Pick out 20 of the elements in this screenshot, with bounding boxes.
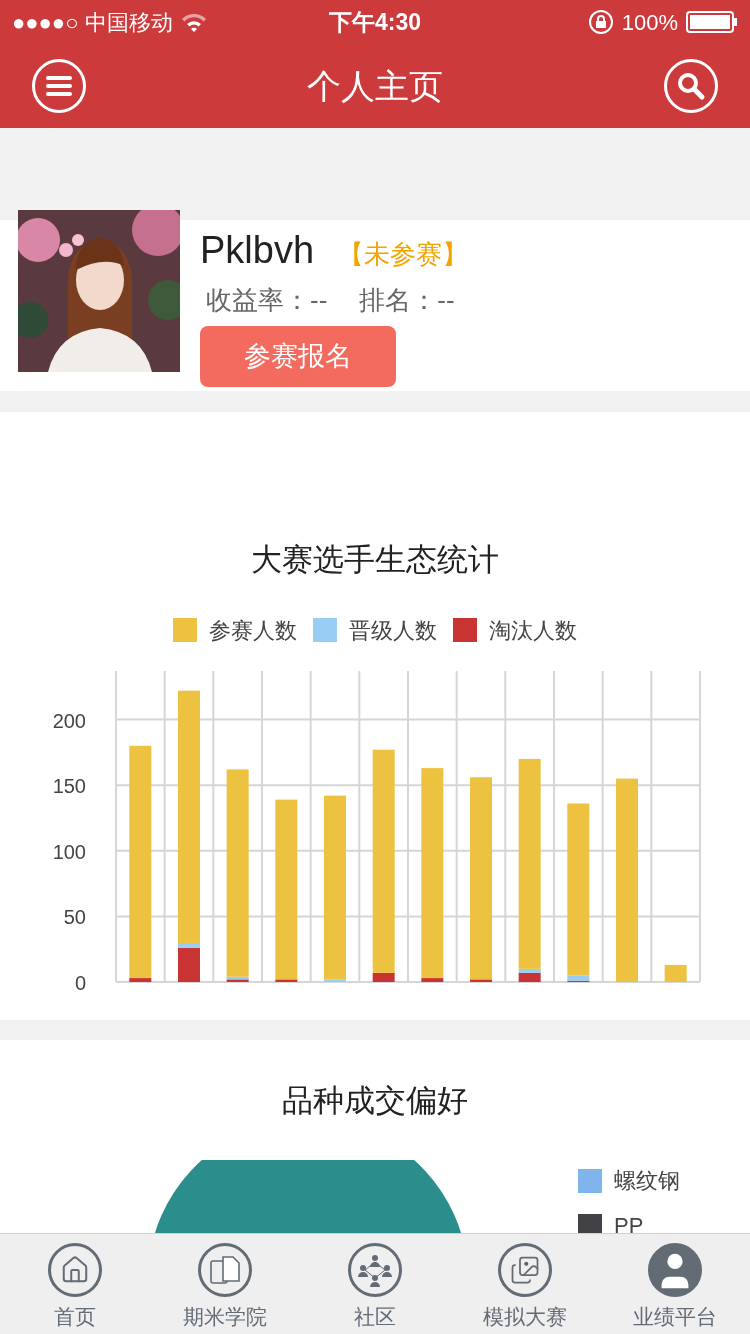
user-name: Pklbvh — [200, 228, 315, 273]
carrier-text: ●●●●○ 中国移动 — [12, 8, 173, 37]
rank-text: 排名：-- — [359, 284, 455, 317]
y-axis-label: 150 — [52, 774, 86, 797]
status-tag: 【未参赛】 — [338, 235, 469, 274]
return-rate-text: 收益率：-- — [206, 284, 328, 317]
legend-label: PP — [614, 1212, 644, 1233]
y-axis-label: 100 — [52, 840, 86, 863]
legend-label: 淘汰人数 — [489, 616, 577, 645]
page-title: 个人主页 — [307, 65, 443, 107]
legend-label: 螺纹钢 — [614, 1167, 680, 1195]
legend-label: 参赛人数 — [209, 616, 297, 645]
y-axis-label: 200 — [52, 709, 86, 732]
chart-title: 大赛选手生态统计 — [251, 541, 499, 579]
y-axis-label: 0 — [74, 971, 86, 994]
legend-label: 晋级人数 — [349, 616, 437, 645]
chart-title: 品种成交偏好 — [282, 1082, 468, 1120]
battery-percent-text: 100% — [621, 8, 678, 37]
y-axis-label: 50 — [63, 905, 86, 928]
clock-text: 下午4:30 — [328, 7, 421, 37]
